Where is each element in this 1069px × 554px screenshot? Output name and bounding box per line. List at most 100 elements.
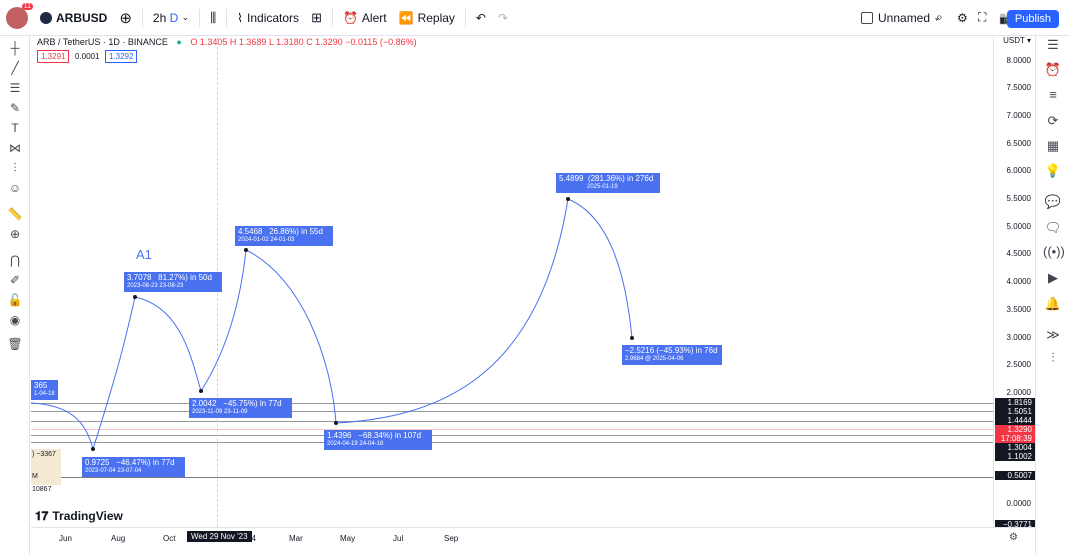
- measure-label-low-4[interactable]: −2.5216 (−45.93%) in 76d 2.9684 @ 2025-0…: [622, 345, 722, 365]
- price-tick: 5.0000: [1006, 222, 1031, 231]
- time-tick: Jul: [393, 534, 404, 543]
- time-tick: Mar: [289, 534, 303, 543]
- measure-label-low-3[interactable]: 1.4396 −68.34%) in 107d 2024-04-19 24-04…: [324, 430, 432, 450]
- watchlist-icon[interactable]: ☰: [1043, 36, 1063, 54]
- emoji-icon[interactable]: ☺: [6, 180, 24, 196]
- indicators-icon: ⌇: [237, 10, 244, 25]
- alert-label: Alert: [361, 10, 387, 25]
- top-toolbar: 11 ARBUSD ⊕ 2h D ⌄ ⫼ ⌇ Indicators ⊞ ⏰ Aler…: [0, 0, 1069, 36]
- alerts-clock-icon[interactable]: ⏰: [1043, 61, 1063, 79]
- m5-date2: 24-04-18: [359, 441, 384, 447]
- measure-label-low-2[interactable]: 2.0042 −45.75%) in 77d 2023-11-09 23-11-…: [189, 398, 292, 418]
- alarm-clock-icon: ⏰: [342, 10, 358, 25]
- curve-segment: [92, 296, 136, 450]
- chat-icon[interactable]: 💬: [1043, 193, 1063, 211]
- hotlists-icon[interactable]: ⟳: [1043, 112, 1063, 130]
- measure-label-high-2[interactable]: 4.5468 26.86%) in 55d 2024-01-02 24-01-0…: [235, 226, 333, 246]
- pattern-icon[interactable]: ⋈: [6, 140, 24, 156]
- divider: [199, 8, 201, 27]
- price-axis[interactable]: USDT ▾ 8.0000 7.5000 7.0000 6.5000 6.000…: [993, 36, 1035, 529]
- redo-button[interactable]: ↷: [492, 0, 514, 36]
- curve-segment: [31, 402, 94, 450]
- templates-button[interactable]: ⊞: [305, 0, 328, 36]
- object-tree-icon[interactable]: ≡: [1043, 86, 1063, 104]
- fullscreen-button[interactable]: ⛶: [972, 0, 992, 36]
- calendar-icon[interactable]: ▦: [1043, 137, 1063, 155]
- time-tick: Aug: [111, 534, 126, 543]
- price-tick: 2.0000: [1006, 388, 1031, 397]
- currency-selector[interactable]: USDT ▾: [1003, 36, 1031, 45]
- price-tick: 4.0000: [1006, 277, 1031, 286]
- order-panel-icon[interactable]: ⫶: [1043, 349, 1063, 367]
- measure-label-low-1[interactable]: 0.9725 −46.47%) in 77d 2023-07-04 23-07-…: [82, 457, 185, 477]
- symbol-search-button[interactable]: ARBUSD: [34, 0, 113, 36]
- interval-mode: D: [169, 10, 179, 25]
- fullscreen-icon: ⛶: [978, 10, 987, 24]
- anchor-point: [244, 248, 248, 252]
- ruler-icon[interactable]: 📏: [6, 206, 24, 222]
- undo-button[interactable]: ↶: [470, 0, 492, 36]
- ideas-icon[interactable]: 💡: [1043, 162, 1063, 180]
- tradingview-logo[interactable]: 𝟏𝟕 TradingView: [35, 509, 123, 524]
- m4-price: 4.5468: [238, 227, 263, 236]
- symbol-name: ARBUSD: [56, 10, 108, 25]
- replay-button[interactable]: ⏪ Replay: [393, 0, 461, 36]
- m4-change: 26.86%) in 55d: [269, 227, 323, 236]
- layout-name: Unnamed: [878, 10, 931, 25]
- anchor-point: [91, 447, 95, 451]
- m3-date: 2023-11-09: [192, 409, 223, 415]
- text-icon[interactable]: T: [6, 120, 24, 136]
- curve-segment: [134, 296, 202, 392]
- lock-icon[interactable]: 🔓: [6, 292, 24, 308]
- axis-settings-icon[interactable]: ⚙: [1009, 532, 1018, 543]
- live-icon[interactable]: ▶: [1043, 269, 1063, 287]
- curve-segment: [567, 198, 633, 339]
- zoom-in-icon[interactable]: ⊕: [6, 226, 24, 242]
- eye-icon[interactable]: ◉: [6, 312, 24, 328]
- chart-pane[interactable]: ARB / TetherUS · 1D · BINANCE ● O 1.3405…: [31, 37, 993, 527]
- bar-countdown-tag: 17:08:39: [995, 434, 1035, 443]
- stay-in-drawing-icon[interactable]: ✐: [6, 272, 24, 288]
- indicators-button[interactable]: ⌇ Indicators: [231, 0, 305, 36]
- measure-label-high-3[interactable]: 5.4899 (281.36%) in 276d 2025-01-19: [556, 173, 660, 193]
- price-tick: 0.0000: [1006, 499, 1031, 508]
- messages-icon[interactable]: 🗨: [1043, 219, 1063, 237]
- trash-icon[interactable]: 🗑: [6, 336, 24, 352]
- settings-button[interactable]: ⚙: [951, 0, 974, 36]
- price-tick: 3.0000: [1006, 333, 1031, 342]
- price-tick: 5.5000: [1006, 194, 1031, 203]
- fib-retracement-icon[interactable]: ☰: [6, 80, 24, 96]
- trend-line-icon[interactable]: ╱: [6, 60, 24, 76]
- m3-change: −45.75%) in 77d: [223, 399, 282, 408]
- m6-date: 2025-01-19: [587, 184, 618, 190]
- partial-text: ) −3367: [32, 451, 56, 458]
- magnet-icon[interactable]: ⋂: [6, 252, 24, 268]
- replay-icon: ⏪: [398, 10, 414, 25]
- line-price-tag: 1.3004: [995, 443, 1035, 452]
- price-tick: 7.5000: [1006, 83, 1031, 92]
- right-sidebar: ☰ ⏰ ≡ ⟳ ▦ 💡 💬 🗨 ((•)) ▶ 🔔 ≫ ⫶: [1035, 36, 1069, 554]
- line-price-tag: 1.1002: [995, 452, 1035, 461]
- drawing-toolbar: ┼ ╱ ☰ ✎ T ⋈ ⫶ ☺ 📏 ⊕ ⋂ ✐ 🔓 ◉ 🗑: [0, 36, 30, 554]
- time-axis[interactable]: Jun Aug Oct 24 Mar May Jul Sep Wed 29 No…: [31, 527, 1035, 554]
- m7-detail: 2.9684 @ 2025-04-06: [625, 356, 684, 362]
- prediction-icon[interactable]: ⫶: [6, 160, 24, 176]
- publish-button[interactable]: Publish: [1006, 10, 1059, 28]
- measure-label-cut[interactable]: 365 1-04-18: [31, 380, 58, 400]
- crosshair-icon[interactable]: ┼: [6, 40, 24, 56]
- streams-icon[interactable]: ((•)): [1043, 243, 1065, 261]
- wave-label-a1[interactable]: A1: [136, 247, 152, 262]
- brush-icon[interactable]: ✎: [6, 100, 24, 116]
- currency-label: USDT: [1003, 36, 1025, 45]
- alert-button[interactable]: ⏰ Alert: [337, 0, 393, 36]
- pine-editor-icon[interactable]: ≫: [1043, 326, 1063, 344]
- price-tick: 8.0000: [1006, 56, 1031, 65]
- notifications-bell-icon[interactable]: 🔔: [1043, 295, 1063, 313]
- search-button[interactable]: ⌕: [930, 0, 949, 36]
- interval-button[interactable]: 2h D ⌄: [147, 0, 195, 36]
- price-tick: 7.0000: [1006, 111, 1031, 120]
- chart-type-button[interactable]: ⫼: [204, 0, 222, 36]
- measure-label-high-1[interactable]: 3.7078 81.27%) in 50d 2023-08-23 23-08-2…: [124, 272, 222, 292]
- add-symbol-button[interactable]: ⊕: [113, 0, 138, 36]
- user-avatar[interactable]: 11: [6, 2, 33, 29]
